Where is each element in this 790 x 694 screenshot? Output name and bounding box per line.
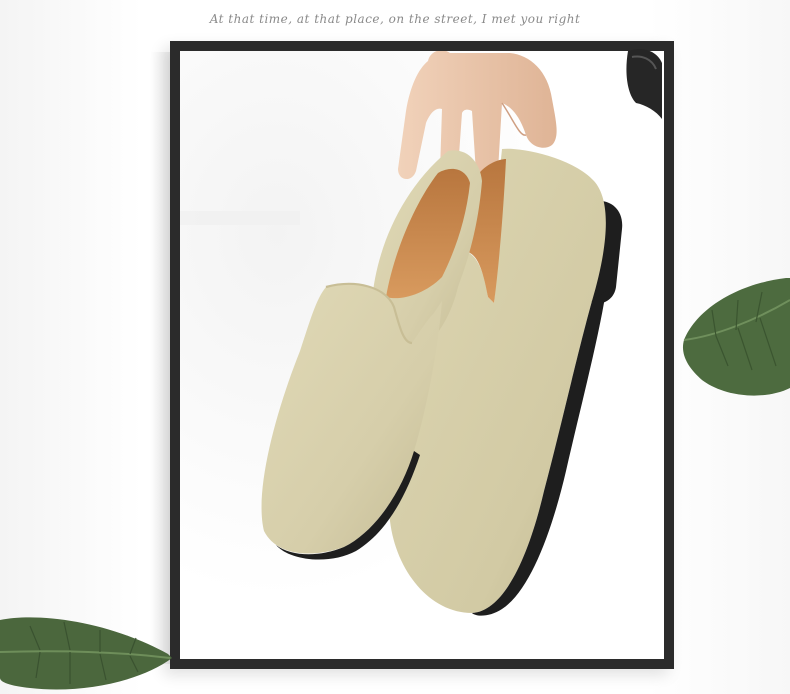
frame-shadow (150, 52, 170, 664)
caption-text: At that time, at that place, on the stre… (209, 12, 581, 26)
product-banner: At that time, at that place, on the stre… (0, 0, 790, 694)
leaf-bottom-icon (0, 612, 175, 694)
leaf-right-icon (676, 270, 790, 405)
shoe-edge-decoration (622, 45, 664, 125)
picture-frame (170, 41, 674, 669)
loafers-illustration (180, 51, 664, 659)
product-photo (180, 51, 664, 659)
